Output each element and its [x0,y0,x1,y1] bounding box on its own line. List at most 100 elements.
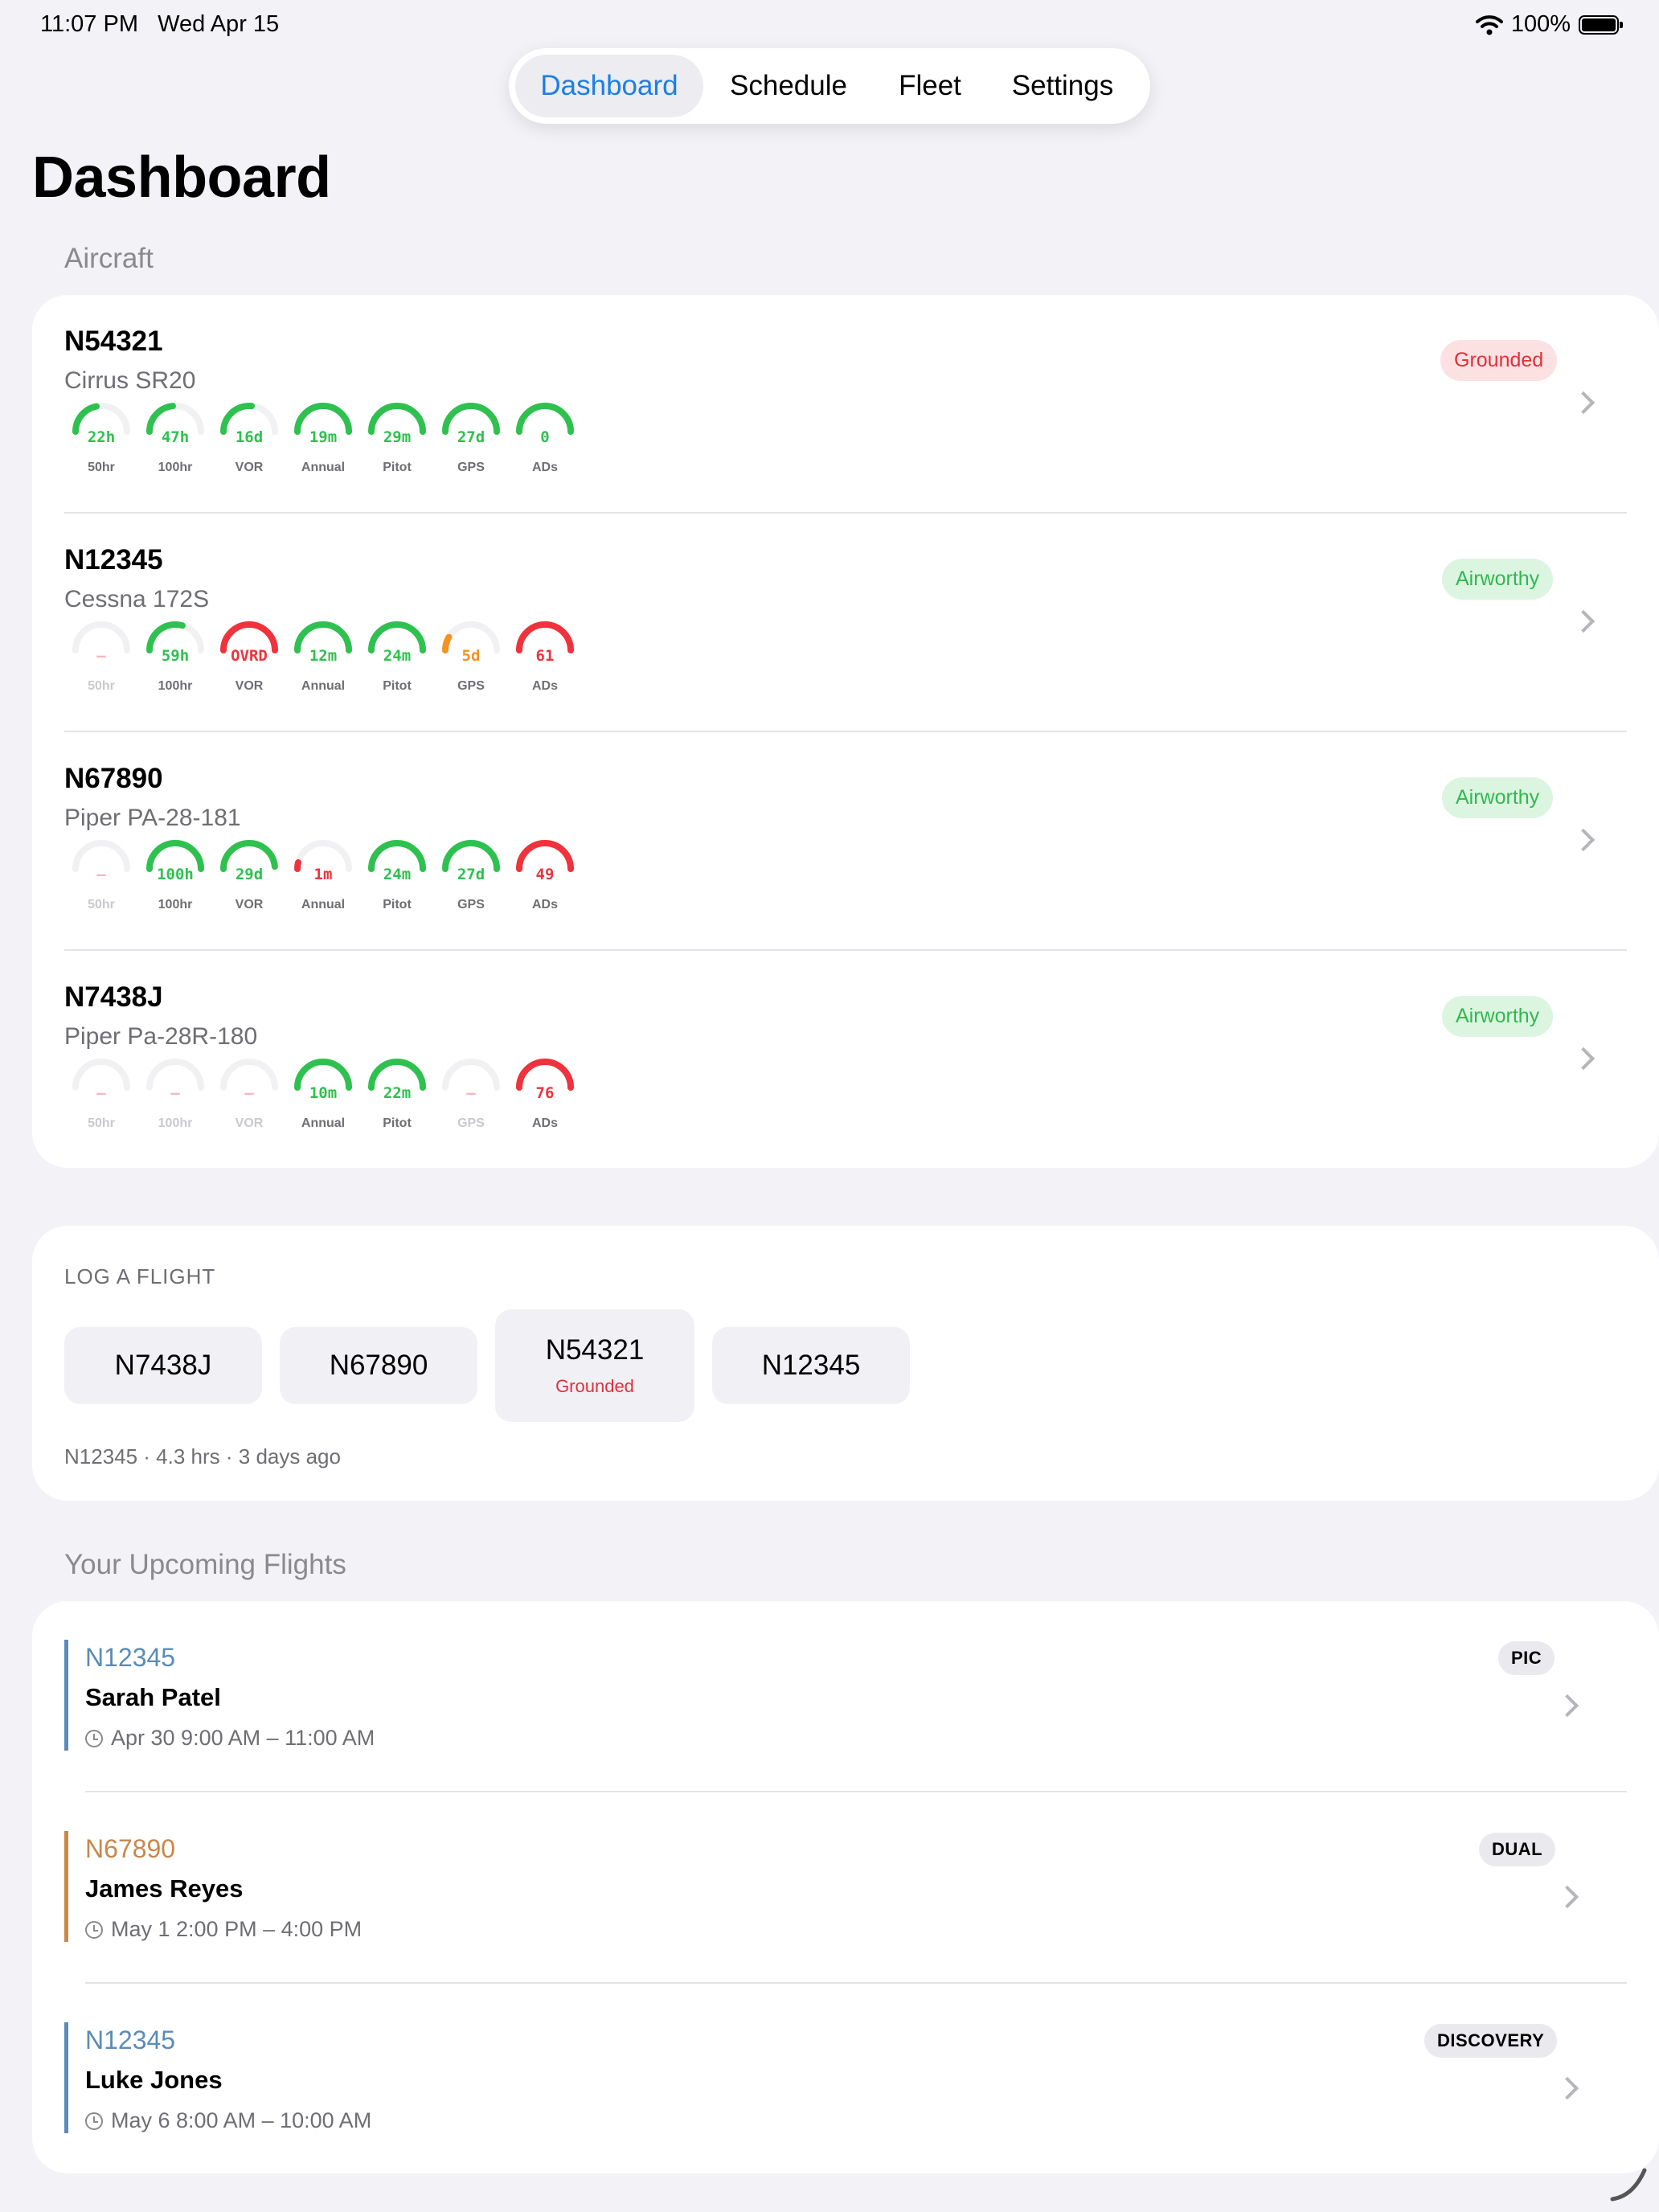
gauge-label: Pitot [383,1116,412,1130]
flight-type-badge: DUAL [1479,1833,1556,1866]
gauge-label: VOR [235,679,264,693]
aircraft-registration: N54321 [64,326,163,357]
log-aircraft-button-n54321[interactable]: N54321 Grounded [495,1309,694,1422]
gauge-label: Annual [301,679,346,693]
gauge-value: 24m [383,647,412,665]
flight-row[interactable]: N12345 Luke Jones May 6 8:00 AM – 10:00 … [32,1984,1659,2175]
flight-time-text: Apr 30 9:00 AM – 11:00 AM [111,1726,375,1750]
log-aircraft-button-n67890[interactable]: N67890 [280,1327,477,1404]
chevron-right-icon [1571,609,1596,633]
gauge-value: 22m [383,1084,412,1102]
maintenance-gauges: – 50hr 100h 100hr 29d VOR 1m Annual 24m … [64,839,675,912]
tab-schedule[interactable]: Schedule [703,55,874,117]
gauge-label: Annual [301,1116,346,1130]
gauge-vor: 16d VOR [212,403,286,483]
gauge-100hr: – 100hr [138,1059,212,1139]
flight-row[interactable]: N12345 Sarah Patel Apr 30 9:00 AM – 11:0… [32,1601,1659,1792]
clock-icon [85,2112,103,2130]
tab-settings[interactable]: Settings [986,55,1139,117]
gauge-label: 50hr [88,679,115,693]
aircraft-section-title: Aircraft [64,243,154,274]
gauge-pitot: 29m Pitot [360,403,434,483]
gauge-value: 27d [457,866,485,883]
battery-icon [1579,14,1623,35]
chevron-right-icon [1571,391,1596,415]
aircraft-reg: N12345 [761,1350,861,1381]
aircraft-reg: N54321 [545,1334,645,1366]
gauge-100hr: 100h 100hr [138,840,212,920]
gauge-label: 100hr [158,1116,193,1130]
gauge-label: 100hr [158,461,193,474]
flight-type-badge: DISCOVERY [1424,2024,1558,2058]
gauge-value: 27d [457,428,485,446]
gauge-value: 29m [383,428,412,446]
wifi-icon [1475,14,1503,35]
gauge-value: 22h [87,428,116,446]
log-aircraft-button-n7438j[interactable]: N7438J [64,1327,262,1404]
aircraft-registration: N7438J [64,981,163,1013]
gauge-value: 5d [461,647,481,665]
gauge-value: – [244,1084,254,1102]
page-title: Dashboard [32,145,331,210]
status-indicators: 100% [1475,11,1623,38]
resize-handle-icon[interactable] [1609,2165,1649,2202]
flight-pilot: Luke Jones [85,2066,223,2094]
gauge-100hr: 47h 100hr [138,403,212,483]
gauge-label: GPS [457,898,485,911]
maintenance-gauges: – 50hr 59h 100hr OVRD VOR 12m Annual 24m… [64,621,675,694]
gauge-50hr: – 50hr [64,840,138,920]
gauge-label: GPS [457,679,485,693]
chevron-right-icon [1555,2076,1579,2100]
gauge-value: 0 [540,428,550,446]
gauge-value: 12m [309,647,338,665]
log-flight-title: LOG A FLIGHT [64,1264,216,1288]
gauge-value: 10m [309,1084,338,1102]
gauge-label: 100hr [158,679,193,693]
gauge-label: 100hr [158,898,193,911]
gauge-pitot: 24m Pitot [360,621,434,702]
status-badge: Airworthy [1442,559,1554,600]
aircraft-list: N54321 Cirrus SR20 Grounded 22h 50hr 47h… [32,295,1659,1168]
gauge-label: GPS [457,461,485,474]
gauge-annual: 10m Annual [286,1059,360,1139]
flight-aircraft: N12345 [85,2026,176,2054]
gauge-vor: – VOR [212,1059,286,1139]
flight-pilot: Sarah Patel [85,1683,221,1711]
aircraft-registration: N67890 [64,763,163,794]
aircraft-row[interactable]: N12345 Cessna 172S Airworthy – 50hr 59h … [32,514,1659,732]
aircraft-row[interactable]: N54321 Cirrus SR20 Grounded 22h 50hr 47h… [32,295,1659,514]
upcoming-section-title: Your Upcoming Flights [64,1549,346,1580]
tab-dashboard[interactable]: Dashboard [515,55,703,117]
tab-fleet[interactable]: Fleet [874,55,986,117]
gauge-label: 50hr [88,898,115,911]
gauge-label: VOR [235,898,264,911]
status-badge: Airworthy [1442,996,1554,1037]
upcoming-flights-list: N12345 Sarah Patel Apr 30 9:00 AM – 11:0… [32,1601,1659,2173]
log-aircraft-button-n12345[interactable]: N12345 [712,1327,910,1404]
gauge-label: VOR [235,461,264,474]
aircraft-row[interactable]: N67890 Piper PA-28-181 Airworthy – 50hr … [32,732,1659,951]
flight-row[interactable]: N67890 James Reyes May 1 2:00 PM – 4:00 … [32,1792,1659,1984]
chevron-right-icon [1571,828,1596,852]
gauge-ads: 61 ADs [508,621,582,702]
gauge-100hr: 59h 100hr [138,621,212,702]
status-date: Wed Apr 15 [158,11,280,37]
flight-time-text: May 1 2:00 PM – 4:00 PM [111,1917,363,1941]
flight-time-text: May 6 8:00 AM – 10:00 AM [111,2108,372,2132]
aircraft-registration: N12345 [64,544,163,576]
log-flight-card: LOG A FLIGHT N7438J N67890 N54321 Ground… [32,1226,1659,1501]
gauge-label: Annual [301,461,346,474]
gauge-gps: – GPS [434,1059,508,1139]
aircraft-row[interactable]: N7438J Piper Pa-28R-180 Airworthy – 50hr… [32,951,1659,1169]
gauge-gps: 5d GPS [434,621,508,702]
maintenance-gauges: 22h 50hr 47h 100hr 16d VOR 19m Annual 29… [64,403,675,475]
gauge-ads: 76 ADs [508,1059,582,1139]
gauge-value: 49 [535,866,555,883]
gauge-ads: 0 ADs [508,403,582,483]
flight-pilot: James Reyes [85,1874,244,1903]
gauge-value: – [96,647,106,665]
gauge-value: 16d [235,428,264,446]
clock-icon [85,1920,103,1939]
gauge-value: 100h [157,866,194,883]
gauge-value: – [96,866,106,883]
